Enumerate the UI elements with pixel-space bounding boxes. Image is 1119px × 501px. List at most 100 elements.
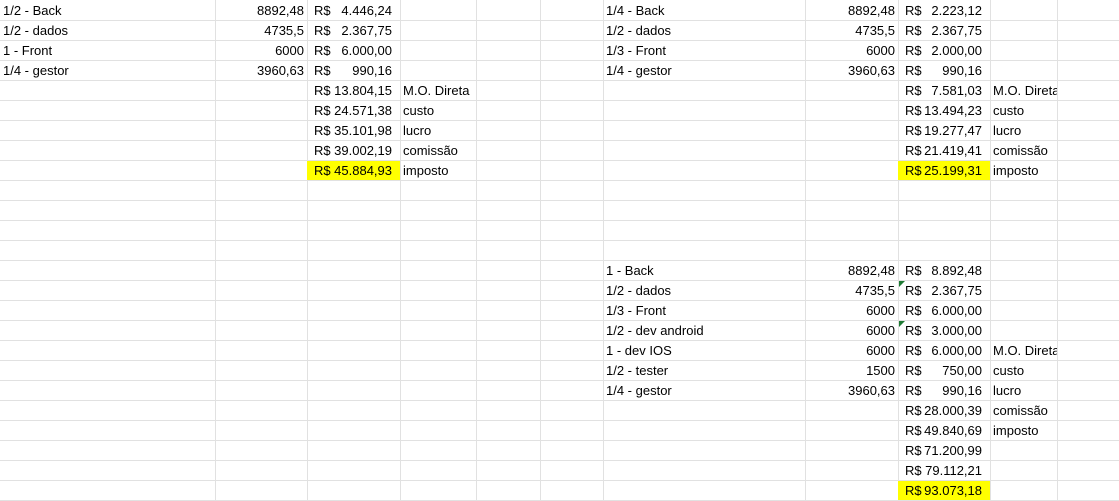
currency-symbol: R$ (314, 103, 331, 118)
currency-amount: 21.419,41 (924, 143, 982, 158)
role-cost-cell[interactable]: R$ 2.367,75 (898, 281, 990, 300)
role-label-cell[interactable]: 1/2 - dados (603, 21, 805, 40)
currency-amount: 3.000,00 (931, 323, 982, 338)
role-value-cell[interactable]: 3960,63 (805, 381, 898, 400)
comment-indicator-icon[interactable] (899, 281, 905, 287)
role-cost-cell[interactable]: R$ 3.000,00 (898, 321, 990, 340)
total-amount-cell[interactable]: R$ 21.419,41 (898, 141, 990, 160)
role-label-cell[interactable]: 1/3 - Front (603, 301, 805, 320)
role-cost-cell[interactable]: R$ 2.367,75 (898, 21, 990, 40)
total-label-cell[interactable]: comissão (990, 141, 1057, 160)
currency-symbol: R$ (905, 383, 922, 398)
role-label-cell[interactable]: 1/4 - gestor (603, 381, 805, 400)
total-label-cell[interactable]: imposto (990, 161, 1057, 180)
role-value-cell[interactable]: 6000 (805, 321, 898, 340)
role-cost-cell[interactable]: R$ 990,16 (898, 381, 990, 400)
role-cost-cell[interactable]: R$ 8.892,48 (898, 261, 990, 280)
role-label-cell[interactable]: 1/4 - gestor (0, 61, 215, 80)
total-label-cell[interactable]: comissão (400, 141, 476, 160)
role-value-cell[interactable]: 4735,5 (805, 21, 898, 40)
currency-amount: 28.000,39 (924, 403, 982, 418)
total-label-cell[interactable]: imposto (990, 421, 1057, 440)
total-label-cell[interactable]: custo (990, 101, 1057, 120)
currency-symbol: R$ (905, 103, 922, 118)
role-cost-cell[interactable]: R$ 4.446,24 (307, 1, 400, 20)
role-value-cell[interactable]: 6000 (805, 341, 898, 360)
total-label-cell[interactable]: custo (400, 101, 476, 120)
role-cost-cell[interactable]: R$ 6.000,00 (898, 301, 990, 320)
total-amount-cell[interactable]: R$ 35.101,98 (307, 121, 400, 140)
total-label-cell[interactable]: M.O. Direta (990, 341, 1057, 360)
role-value-cell[interactable]: 8892,48 (215, 1, 307, 20)
total-amount-cell[interactable]: R$ 13.804,15 (307, 81, 400, 100)
total-amount-cell[interactable]: R$ 19.277,47 (898, 121, 990, 140)
role-value-cell[interactable]: 1500 (805, 361, 898, 380)
role-label-cell[interactable]: 1/2 - dados (0, 21, 215, 40)
total-amount-cell[interactable]: R$ 49.840,69 (898, 421, 990, 440)
role-value-cell[interactable]: 8892,48 (805, 1, 898, 20)
currency-symbol: R$ (905, 3, 922, 18)
currency-amount: 7.581,03 (931, 83, 982, 98)
role-label-cell[interactable]: 1 - Front (0, 41, 215, 60)
currency-amount: 2.367,75 (931, 283, 982, 298)
role-label-cell[interactable]: 1/4 - gestor (603, 61, 805, 80)
role-value-cell[interactable]: 6000 (805, 41, 898, 60)
currency-symbol: R$ (905, 163, 922, 178)
total-amount-cell[interactable]: R$ 79.112,21 (898, 461, 990, 480)
role-value-cell[interactable]: 3960,63 (215, 61, 307, 80)
total-label-cell[interactable]: lucro (400, 121, 476, 140)
total-amount-cell[interactable]: R$ 24.571,38 (307, 101, 400, 120)
role-label-cell[interactable]: 1 - dev IOS (603, 341, 805, 360)
currency-amount: 71.200,99 (924, 443, 982, 458)
role-cost-cell[interactable]: R$ 990,16 (898, 61, 990, 80)
role-label-cell[interactable]: 1/2 - Back (0, 1, 215, 20)
total-amount-cell[interactable]: R$ 28.000,39 (898, 401, 990, 420)
total-label-cell[interactable]: lucro (990, 381, 1057, 400)
total-label-cell[interactable]: custo (990, 361, 1057, 380)
currency-symbol: R$ (905, 483, 922, 498)
currency-symbol: R$ (314, 63, 331, 78)
currency-symbol: R$ (905, 303, 922, 318)
total-amount-cell[interactable]: R$ 71.200,99 (898, 441, 990, 460)
role-value-cell[interactable]: 8892,48 (805, 261, 898, 280)
role-cost-cell[interactable]: R$ 6.000,00 (307, 41, 400, 60)
role-value-cell[interactable]: 3960,63 (805, 61, 898, 80)
total-label-cell[interactable]: M.O. Direta (990, 81, 1057, 100)
comment-indicator-icon[interactable] (899, 321, 905, 327)
total-amount-cell[interactable]: R$ 39.002,19 (307, 141, 400, 160)
row-gridline (0, 200, 1119, 201)
role-cost-cell[interactable]: R$ 750,00 (898, 361, 990, 380)
role-cost-cell[interactable]: R$ 990,16 (307, 61, 400, 80)
total-label-cell[interactable]: comissão (990, 401, 1057, 420)
highlighted-total-cell[interactable]: R$ 25.199,31 (898, 161, 990, 180)
currency-amount: 8.892,48 (931, 263, 982, 278)
role-label-cell[interactable]: 1/2 - dev android (603, 321, 805, 340)
currency-amount: 49.840,69 (924, 423, 982, 438)
role-label-cell[interactable]: 1/2 - tester (603, 361, 805, 380)
role-label-cell[interactable]: 1/3 - Front (603, 41, 805, 60)
currency-amount: 2.367,75 (341, 23, 392, 38)
currency-symbol: R$ (905, 43, 922, 58)
total-amount-cell[interactable]: R$ 7.581,03 (898, 81, 990, 100)
role-value-cell[interactable]: 4735,5 (805, 281, 898, 300)
row-gridline (0, 180, 1119, 181)
role-value-cell[interactable]: 6000 (805, 301, 898, 320)
total-label-cell[interactable]: M.O. Direta (400, 81, 476, 100)
highlighted-total-cell[interactable]: R$ 93.073,18 (898, 481, 990, 500)
total-label-cell[interactable]: imposto (400, 161, 476, 180)
total-label-cell[interactable]: lucro (990, 121, 1057, 140)
role-cost-cell[interactable]: R$ 2.223,12 (898, 1, 990, 20)
role-value-cell[interactable]: 6000 (215, 41, 307, 60)
role-cost-cell[interactable]: R$ 6.000,00 (898, 341, 990, 360)
currency-amount: 13.494,23 (924, 103, 982, 118)
role-label-cell[interactable]: 1/2 - dados (603, 281, 805, 300)
highlighted-total-cell[interactable]: R$ 45.884,93 (307, 161, 400, 180)
role-value-cell[interactable]: 4735,5 (215, 21, 307, 40)
spreadsheet-grid[interactable]: 1/2 - Back 8892,48 R$ 4.446,24 1/2 - dados 47… (0, 0, 1119, 501)
role-cost-cell[interactable]: R$ 2.367,75 (307, 21, 400, 40)
total-amount-cell[interactable]: R$ 13.494,23 (898, 101, 990, 120)
role-label-cell[interactable]: 1 - Back (603, 261, 805, 280)
currency-symbol: R$ (905, 263, 922, 278)
role-cost-cell[interactable]: R$ 2.000,00 (898, 41, 990, 60)
role-label-cell[interactable]: 1/4 - Back (603, 1, 805, 20)
